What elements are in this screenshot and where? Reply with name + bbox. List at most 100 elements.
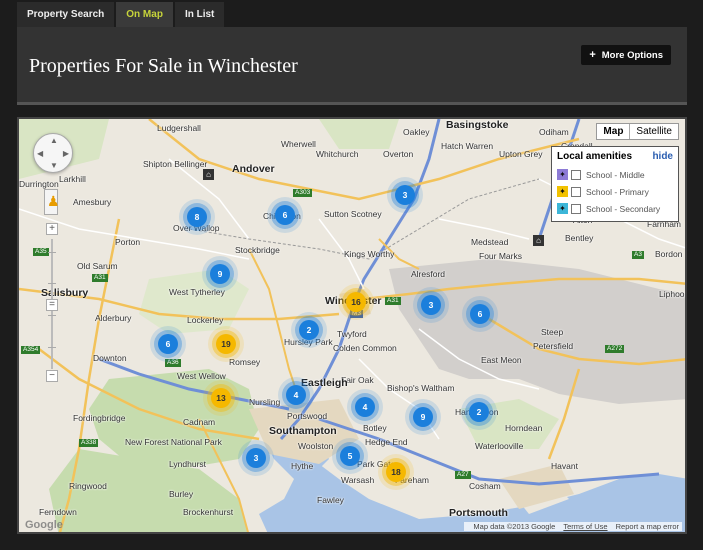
zoom-tick <box>48 283 56 284</box>
town-label: Sutton Scotney <box>324 209 382 219</box>
town-label: Old Sarum <box>77 261 118 271</box>
property-cluster[interactable]: 6 <box>158 334 178 354</box>
property-cluster[interactable]: 13 <box>211 388 231 408</box>
town-label: Horndean <box>505 423 543 433</box>
town-label: New Forest National Park <box>125 437 222 447</box>
town-label: Porton <box>115 237 141 247</box>
town-label: Burley <box>169 489 194 499</box>
town-label: Stockbridge <box>235 245 280 255</box>
street-view-pegman[interactable]: ♟ <box>44 189 60 215</box>
town-label: Amesbury <box>73 197 112 207</box>
map-view[interactable]: A303 A31 M3 A36 A338 A354 A27 A272 A35 A… <box>17 117 687 534</box>
zoom-tick <box>48 252 56 253</box>
property-cluster[interactable]: 6 <box>275 205 295 225</box>
tab-on-map[interactable]: On Map <box>116 2 173 27</box>
school-secondary-icon: ✦ <box>557 203 568 214</box>
town-label: Fawley <box>317 495 344 505</box>
zoom-tick <box>48 315 56 316</box>
town-label: Nursling <box>249 397 281 407</box>
terms-of-use-link[interactable]: Terms of Use <box>563 522 607 531</box>
property-cluster[interactable]: 4 <box>355 397 375 417</box>
town-label: Lockerley <box>187 315 224 325</box>
town-label: Larkhill <box>59 174 86 184</box>
tab-property-search[interactable]: Property Search <box>17 2 115 27</box>
map-type-map-button[interactable]: Map <box>597 124 631 139</box>
road-label: A31 <box>385 297 401 305</box>
town-label: Downton <box>93 353 127 363</box>
town-label: Liphook <box>659 289 687 299</box>
tab-in-list[interactable]: In List <box>174 2 225 27</box>
property-cluster[interactable]: 9 <box>413 407 433 427</box>
town-label: Basingstoke <box>446 119 509 131</box>
amenity-checkbox[interactable] <box>571 203 581 214</box>
town-label: Romsey <box>229 357 261 367</box>
property-cluster[interactable]: 2 <box>469 402 489 422</box>
report-error-link[interactable]: Report a map error <box>616 522 679 531</box>
town-label: Kings Worthy <box>344 249 395 259</box>
town-label: Portswood <box>287 411 328 421</box>
map-attribution: Google Map data ©2013 Google Terms of Us… <box>19 519 685 532</box>
town-label: Steep <box>541 327 564 337</box>
town-label: Wherwell <box>281 139 316 149</box>
property-cluster[interactable]: 9 <box>210 264 230 284</box>
town-label: Cadnam <box>183 417 216 427</box>
amenity-label: School - Secondary <box>586 203 661 214</box>
property-cluster[interactable]: 16 <box>346 292 366 312</box>
property-cluster[interactable]: 3 <box>421 295 441 315</box>
amenities-hide-link[interactable]: hide <box>652 151 673 162</box>
town-label: Woolston <box>298 441 334 451</box>
amenity-row[interactable]: ✦ School - Middle <box>557 166 673 183</box>
property-cluster[interactable]: 8 <box>187 207 207 227</box>
pan-down-icon[interactable]: ▼ <box>50 161 58 170</box>
zoom-out-button[interactable]: − <box>46 370 58 382</box>
zoom-tick <box>48 347 56 348</box>
road-label: A303 <box>293 189 313 197</box>
property-cluster[interactable]: 4 <box>286 385 306 405</box>
pan-right-icon[interactable]: ▶ <box>63 149 69 158</box>
road-label: A338 <box>79 439 99 447</box>
property-cluster[interactable]: 5 <box>340 446 360 466</box>
town-label: Eastleigh <box>301 377 348 389</box>
property-cluster[interactable]: 3 <box>246 448 266 468</box>
town-label: Petersfield <box>533 341 574 351</box>
school-marker-icon[interactable]: ⌂ <box>533 235 544 246</box>
more-options-label: More Options <box>601 50 663 61</box>
amenity-checkbox[interactable] <box>571 186 581 197</box>
amenity-label: School - Primary <box>586 186 649 197</box>
pan-left-icon[interactable]: ◀ <box>37 149 43 158</box>
zoom-slider-handle[interactable]: = <box>46 299 58 311</box>
amenity-row[interactable]: ✦ School - Primary <box>557 183 673 200</box>
more-options-button[interactable]: + More Options <box>581 45 671 65</box>
page-title: Properties For Sale in Winchester <box>29 55 298 77</box>
town-label: Portsmouth <box>449 507 508 519</box>
town-label: Alderbury <box>95 313 132 323</box>
town-label: Medstead <box>471 237 509 247</box>
zoom-in-button[interactable]: + <box>46 223 58 235</box>
amenities-panel: Local amenities hide ✦ School - Middle ✦… <box>551 146 679 222</box>
amenity-row[interactable]: ✦ School - Secondary <box>557 200 673 217</box>
property-cluster[interactable]: 6 <box>470 304 490 324</box>
pan-up-icon[interactable]: ▲ <box>50 136 58 145</box>
road-label: A3 <box>632 251 644 259</box>
town-label: Brockenhurst <box>183 507 234 517</box>
property-cluster[interactable]: 2 <box>299 320 319 340</box>
town-label: Cosham <box>469 481 501 491</box>
property-cluster[interactable]: 18 <box>386 462 406 482</box>
town-label: West Tytherley <box>169 287 225 297</box>
amenity-label: School - Middle <box>586 169 645 180</box>
town-label: Overton <box>383 149 414 159</box>
road-label: A31 <box>92 274 108 282</box>
property-cluster[interactable]: 3 <box>395 185 415 205</box>
town-label: Whitchurch <box>316 149 359 159</box>
town-label: Southampton <box>269 425 337 437</box>
map-type-satellite-button[interactable]: Satellite <box>630 124 678 139</box>
school-marker-icon[interactable]: ⌂ <box>203 169 214 180</box>
town-label: Durrington <box>19 179 59 189</box>
road-label: A35 <box>33 248 49 256</box>
property-cluster[interactable]: 19 <box>216 334 236 354</box>
town-label: Bentley <box>565 233 594 243</box>
town-label: Shipton Bellinger <box>143 159 208 169</box>
town-label: Hatch Warren <box>441 141 494 151</box>
amenity-checkbox[interactable] <box>571 169 581 180</box>
pan-control[interactable]: ▲ ▼ ◀ ▶ <box>33 133 73 173</box>
